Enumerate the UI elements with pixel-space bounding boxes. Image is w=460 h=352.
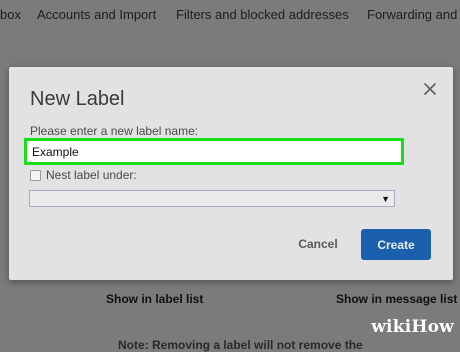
tab-inbox[interactable]: box: [0, 7, 21, 22]
close-icon: [424, 79, 436, 100]
tab-accounts-and-import[interactable]: Accounts and Import: [37, 7, 156, 22]
column-header-show-in-label-list: Show in label list: [106, 292, 204, 306]
wikihow-watermark-logo: wikiHow: [371, 317, 454, 337]
tab-filters-and-blocked-addresses[interactable]: Filters and blocked addresses: [176, 7, 349, 22]
settings-tabs: box Accounts and Import Filters and bloc…: [0, 0, 460, 30]
background-note: Note: Removing a label will not remove t…: [118, 338, 363, 352]
dropdown-arrow-icon: ▼: [381, 194, 390, 204]
close-button[interactable]: [420, 79, 440, 99]
dialog-title: New Label: [30, 88, 125, 110]
parent-label-select[interactable]: ▼: [29, 190, 395, 207]
nest-label-checkbox[interactable]: [30, 169, 41, 181]
nest-label-text: Nest label under:: [46, 168, 137, 182]
wikihow-logo-wiki: wiki: [371, 317, 412, 337]
nest-label-row: Nest label under:: [30, 168, 137, 182]
label-name-input[interactable]: [29, 143, 405, 160]
create-button[interactable]: Create: [361, 229, 431, 260]
label-name-field-highlight: [24, 138, 405, 165]
column-header-show-in-message-list: Show in message list: [336, 292, 458, 306]
label-name-prompt: Please enter a new label name:: [30, 124, 199, 138]
wikihow-logo-how: How: [411, 317, 454, 337]
tab-forwarding[interactable]: Forwarding and: [367, 7, 457, 22]
new-label-dialog: New Label Please enter a new label name:…: [9, 67, 453, 280]
cancel-button[interactable]: Cancel: [289, 230, 347, 258]
